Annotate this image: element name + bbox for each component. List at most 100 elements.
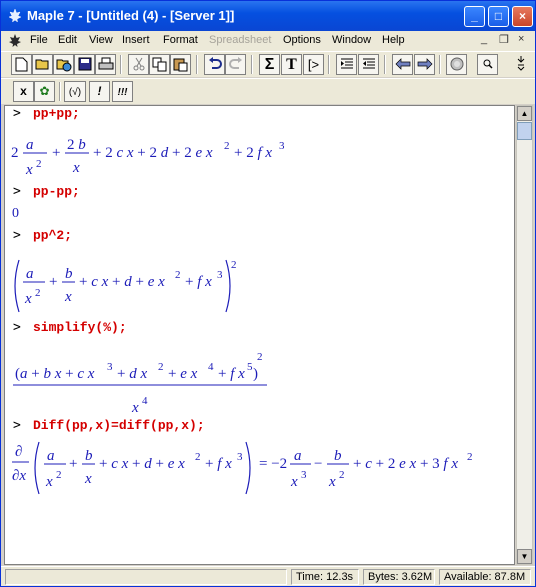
svg-text:2: 2	[175, 269, 181, 281]
execute-icon[interactable]: !	[89, 81, 110, 102]
math-output: a x2 + b x + c x + d + e x 2 + f x 3 2	[14, 259, 237, 313]
scroll-up-arrow-icon[interactable]: ▲	[517, 106, 532, 121]
svg-text:b: b	[334, 448, 342, 464]
command-input[interactable]: pp-pp;	[33, 184, 80, 199]
prompt: >	[13, 106, 21, 121]
svg-text:x: x	[64, 289, 72, 305]
svg-text:b: b	[65, 266, 73, 282]
svg-text:x: x	[24, 291, 32, 307]
back-icon[interactable]	[392, 54, 413, 75]
worksheet[interactable]: > pp+pp; 2 a x2 + 2 b x + 2 c x + 2 d + …	[4, 105, 515, 565]
print-icon[interactable]	[95, 54, 116, 75]
svg-text:2: 2	[195, 451, 201, 463]
close-button[interactable]: ×	[512, 6, 533, 27]
toolbar-separator	[120, 55, 122, 74]
toolbar-separator	[196, 55, 198, 74]
maximize-button[interactable]: □	[488, 6, 509, 27]
open-url-icon[interactable]	[53, 54, 74, 75]
math-mode-icon[interactable]: x	[13, 81, 34, 102]
svg-text:2 b: 2 b	[67, 137, 86, 153]
title-bar[interactable]: Maple 7 - [Untitled (4) - [Server 1]] _ …	[1, 1, 535, 31]
menu-view[interactable]: View	[89, 34, 113, 46]
doc-close-button[interactable]: ×	[518, 33, 524, 45]
svg-text:3: 3	[217, 269, 223, 281]
menu-format[interactable]: Format	[163, 34, 198, 46]
doc-restore-button[interactable]: ❐	[499, 33, 509, 46]
scroll-down-arrow-icon[interactable]: ▼	[517, 549, 532, 564]
redo-icon[interactable]	[225, 54, 246, 75]
svg-text:2: 2	[158, 361, 164, 373]
toolbar-separator	[439, 55, 441, 74]
doc-minimize-button[interactable]: _	[481, 33, 487, 45]
cut-icon[interactable]	[128, 54, 149, 75]
check-syntax-icon[interactable]: (√)	[64, 81, 86, 102]
status-message	[5, 569, 287, 585]
math-output: 2 a x2 + 2 b x + 2 c x + 2 d + 2 e x 2 +…	[11, 137, 285, 178]
menu-spreadsheet[interactable]: Spreadsheet	[209, 34, 271, 46]
menu-help[interactable]: Help	[382, 34, 405, 46]
svg-text:x: x	[84, 471, 92, 487]
svg-text:+ c x + d + e x: + c x + d + e x	[99, 456, 185, 472]
main-toolbar: Σ T [>	[1, 51, 535, 77]
menu-window[interactable]: Window	[332, 34, 371, 46]
save-icon[interactable]	[74, 54, 95, 75]
status-bytes: Bytes: 3.62M	[363, 569, 435, 585]
stop-icon[interactable]	[446, 54, 467, 75]
svg-text:+ f x: + f x	[218, 366, 245, 382]
svg-text:3: 3	[301, 469, 307, 481]
paste-icon[interactable]	[170, 54, 191, 75]
scroll-thumb[interactable]	[517, 122, 532, 140]
svg-text:2: 2	[36, 158, 42, 170]
maple-leaf-button-icon[interactable]: ✿	[34, 81, 55, 102]
menu-edit[interactable]: Edit	[58, 34, 77, 46]
menu-insert[interactable]: Insert	[122, 34, 150, 46]
forward-icon[interactable]	[414, 54, 435, 75]
execution-group-icon[interactable]: [>	[303, 54, 324, 75]
outdent-icon[interactable]	[358, 54, 379, 75]
svg-text:x: x	[45, 474, 53, 490]
svg-text:+ e x: + e x	[168, 366, 198, 382]
svg-text:x: x	[290, 474, 298, 490]
svg-text:+ c x + d + e x: + c x + d + e x	[79, 274, 165, 290]
text-icon[interactable]: T	[281, 54, 302, 75]
svg-text:2: 2	[467, 451, 473, 463]
svg-text:+: +	[49, 274, 57, 290]
new-icon[interactable]	[11, 54, 32, 75]
minimize-button[interactable]: _	[464, 6, 485, 27]
toolbar-overflow-icon[interactable]	[515, 54, 527, 75]
svg-text:2: 2	[56, 469, 62, 481]
menu-options[interactable]: Options	[283, 34, 321, 46]
command-input[interactable]: simplify(%);	[33, 320, 127, 335]
svg-text:= −2: = −2	[259, 456, 287, 472]
command-input[interactable]: pp+pp;	[33, 106, 80, 121]
svg-text:+ f x: + f x	[205, 456, 232, 472]
prompt: >	[13, 320, 21, 335]
open-icon[interactable]	[32, 54, 53, 75]
undo-icon[interactable]	[204, 54, 225, 75]
svg-text:3: 3	[279, 140, 285, 152]
copy-icon[interactable]	[149, 54, 170, 75]
zoom-icon[interactable]	[477, 54, 498, 75]
command-input[interactable]: pp^2;	[33, 228, 72, 243]
toolbar-separator	[328, 55, 330, 74]
svg-text:a: a	[294, 448, 302, 464]
execute-all-icon[interactable]: !!!	[112, 81, 133, 102]
status-available: Available: 87.8M	[439, 569, 531, 585]
indent-icon[interactable]	[336, 54, 357, 75]
prompt: >	[13, 228, 21, 243]
svg-text:): )	[253, 366, 258, 382]
prompt: >	[13, 184, 21, 199]
svg-text:+ f x: + f x	[185, 274, 212, 290]
svg-text:x: x	[328, 474, 336, 490]
svg-text:+: +	[69, 456, 77, 472]
svg-text:a: a	[47, 448, 55, 464]
document-icon[interactable]	[7, 33, 23, 49]
math-output: (a + b x + c x 3 + d x 2 + e x 4 + f x 5…	[13, 351, 267, 416]
vertical-scrollbar[interactable]: ▲ ▼	[516, 105, 533, 565]
toolbar-separator	[59, 82, 61, 101]
svg-text:2: 2	[339, 469, 345, 481]
command-input[interactable]: Diff(pp,x)=diff(pp,x);	[33, 418, 205, 433]
svg-text:+ 2 f x: + 2 f x	[234, 145, 272, 161]
sum-icon[interactable]: Σ	[259, 54, 280, 75]
menu-file[interactable]: File	[30, 34, 48, 46]
